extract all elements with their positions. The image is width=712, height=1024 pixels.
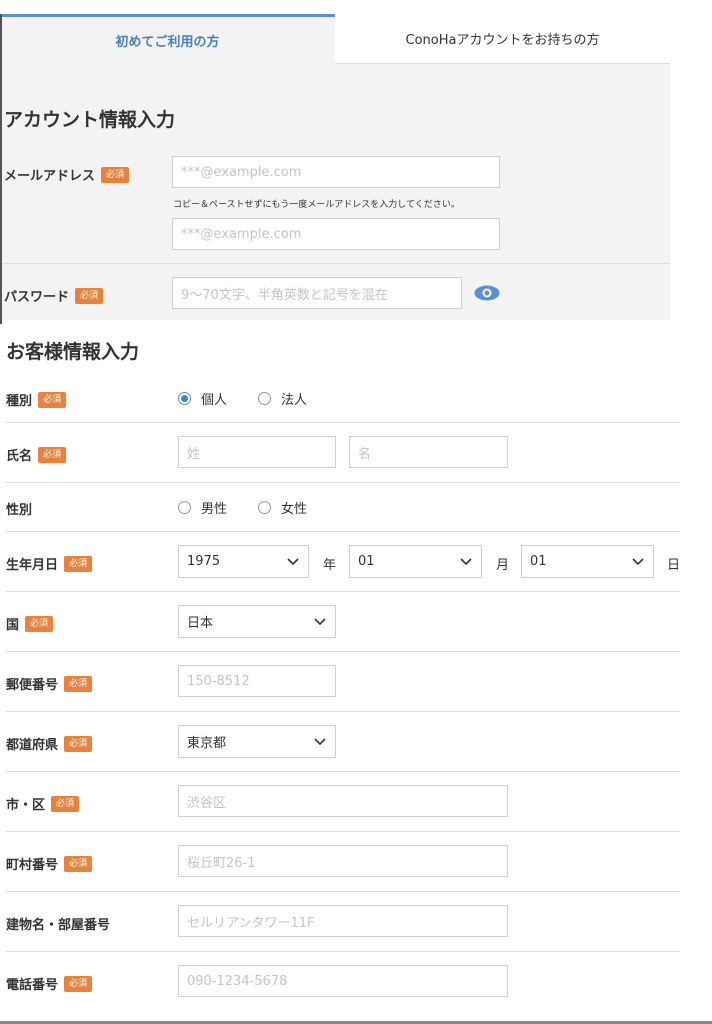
email-label: メールアドレス 必須 bbox=[4, 165, 130, 184]
name-label-text: 氏名 bbox=[6, 449, 33, 464]
birth-day-value: 01 bbox=[530, 554, 547, 569]
country-select[interactable]: 日本 bbox=[178, 605, 336, 638]
town-label-text: 町村番号 bbox=[6, 858, 59, 873]
divider bbox=[6, 422, 680, 423]
type-option-individual: 個人 bbox=[201, 393, 228, 408]
required-badge: 必須 bbox=[101, 166, 130, 183]
divider bbox=[6, 591, 680, 592]
type-option-corporate: 法人 bbox=[281, 393, 308, 408]
divider bbox=[6, 831, 680, 832]
type-radio-corporate[interactable]: 法人 bbox=[258, 389, 307, 408]
divider bbox=[6, 951, 680, 952]
radio-unchecked-icon bbox=[258, 392, 271, 405]
chevron-down-icon bbox=[460, 558, 472, 566]
last-name-input[interactable]: 姓 bbox=[178, 436, 336, 468]
radio-unchecked-icon bbox=[258, 501, 271, 514]
email-input[interactable]: ***@example.com bbox=[172, 156, 500, 188]
gender-option-male: 男性 bbox=[201, 502, 228, 517]
building-input[interactable]: セルリアンタワー11F bbox=[178, 905, 508, 937]
tab-first-time[interactable]: 初めてご利用の方 bbox=[0, 14, 335, 64]
birth-year-value: 1975 bbox=[187, 554, 221, 569]
gender-radio-female[interactable]: 女性 bbox=[258, 498, 307, 517]
birth-label: 生年月日 必須 bbox=[6, 554, 93, 573]
postal-label: 郵便番号 必須 bbox=[6, 674, 93, 693]
type-label: 種別 必須 bbox=[6, 390, 67, 409]
prefecture-label-text: 都道府県 bbox=[6, 738, 59, 753]
eye-icon[interactable] bbox=[474, 285, 500, 301]
chevron-down-icon bbox=[287, 558, 299, 566]
email-confirm-input[interactable]: ***@example.com bbox=[172, 218, 500, 250]
phone-input[interactable]: 090-1234-5678 bbox=[178, 965, 508, 997]
account-tabs: 初めてご利用の方 ConoHaアカウントをお持ちの方 bbox=[0, 14, 670, 64]
required-badge: 必須 bbox=[38, 391, 67, 408]
birth-label-text: 生年月日 bbox=[6, 558, 59, 573]
gender-radio-male[interactable]: 男性 bbox=[178, 498, 227, 517]
phone-label-text: 電話番号 bbox=[6, 978, 59, 993]
birth-year-select[interactable]: 1975 bbox=[178, 545, 309, 578]
city-label: 市・区 必須 bbox=[6, 794, 80, 813]
name-label: 氏名 必須 bbox=[6, 445, 67, 464]
password-label: パスワード 必須 bbox=[4, 286, 104, 305]
type-label-text: 種別 bbox=[6, 394, 33, 409]
town-label: 町村番号 必須 bbox=[6, 854, 93, 873]
phone-label: 電話番号 必須 bbox=[6, 974, 93, 993]
postal-label-text: 郵便番号 bbox=[6, 678, 59, 693]
city-label-text: 市・区 bbox=[6, 798, 46, 813]
divider bbox=[6, 891, 680, 892]
required-badge: 必須 bbox=[64, 555, 93, 572]
required-badge: 必須 bbox=[64, 975, 93, 992]
city-input[interactable]: 渋谷区 bbox=[178, 785, 508, 817]
birth-month-select[interactable]: 01 bbox=[349, 545, 482, 578]
required-badge: 必須 bbox=[64, 675, 93, 692]
divider bbox=[6, 482, 680, 483]
divider bbox=[6, 531, 680, 532]
account-section-title: アカウント情報入力 bbox=[4, 109, 176, 131]
country-label: 国 必須 bbox=[6, 614, 54, 633]
country-label-text: 国 bbox=[6, 618, 20, 633]
password-input[interactable]: 9〜70文字、半角英数と記号を混在 bbox=[172, 277, 462, 309]
radio-checked-icon bbox=[178, 392, 191, 405]
prefecture-select[interactable]: 東京都 bbox=[178, 725, 336, 758]
tab-existing-account[interactable]: ConoHaアカウントをお持ちの方 bbox=[335, 14, 670, 64]
unit-day: 日 bbox=[667, 558, 681, 573]
unit-year: 年 bbox=[323, 558, 337, 573]
unit-month: 月 bbox=[496, 558, 510, 573]
chevron-down-icon bbox=[314, 618, 326, 626]
gender-label: 性別 bbox=[6, 499, 32, 518]
required-badge: 必須 bbox=[75, 287, 104, 304]
customer-section-title: お客様情報入力 bbox=[6, 341, 140, 363]
postal-code-input[interactable]: 150-8512 bbox=[178, 665, 336, 697]
divider bbox=[6, 711, 680, 712]
prefecture-value: 東京都 bbox=[187, 736, 227, 751]
town-input[interactable]: 桜丘町26-1 bbox=[178, 845, 508, 877]
chevron-down-icon bbox=[632, 558, 644, 566]
chevron-down-icon bbox=[314, 738, 326, 746]
required-badge: 必須 bbox=[38, 446, 67, 463]
divider bbox=[6, 771, 680, 772]
country-value: 日本 bbox=[187, 616, 214, 631]
divider bbox=[6, 651, 680, 652]
gender-label-text: 性別 bbox=[6, 503, 33, 518]
email-confirm-hint: コピー＆ペーストせずにもう一度メールアドレスを入力してください。 bbox=[173, 200, 460, 210]
password-label-text: パスワード bbox=[4, 290, 70, 305]
required-badge: 必須 bbox=[64, 855, 93, 872]
required-badge: 必須 bbox=[51, 795, 80, 812]
first-name-input[interactable]: 名 bbox=[349, 436, 508, 468]
birth-day-select[interactable]: 01 bbox=[521, 545, 654, 578]
type-radio-individual[interactable]: 個人 bbox=[178, 389, 227, 408]
birth-month-value: 01 bbox=[358, 554, 375, 569]
divider bbox=[2, 263, 670, 264]
required-badge: 必須 bbox=[64, 735, 93, 752]
building-label-text: 建物名・部屋番号 bbox=[6, 918, 111, 933]
gender-option-female: 女性 bbox=[281, 502, 308, 517]
building-label: 建物名・部屋番号 bbox=[6, 914, 110, 933]
prefecture-label: 都道府県 必須 bbox=[6, 734, 93, 753]
email-label-text: メールアドレス bbox=[4, 169, 96, 184]
required-badge: 必須 bbox=[25, 615, 54, 632]
radio-unchecked-icon bbox=[178, 501, 191, 514]
